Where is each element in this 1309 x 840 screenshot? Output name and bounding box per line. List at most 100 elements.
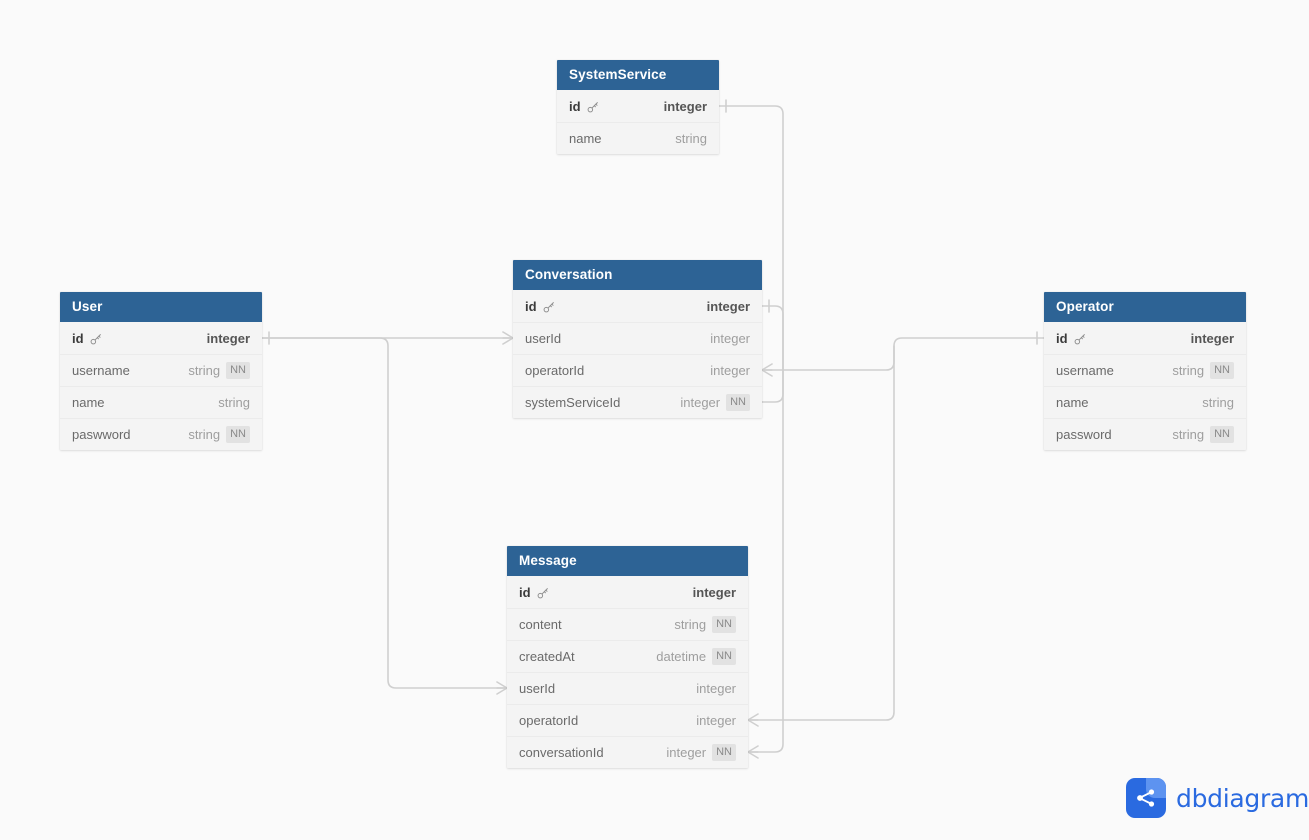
field-type-group: integer [664,99,707,114]
field-name: username [1056,362,1114,378]
field-type: string [1172,362,1205,378]
field-name-group: name [569,131,602,146]
dbdiagram-watermark[interactable]: dbdiagram.io [1126,778,1309,818]
field-name: name [1056,394,1089,410]
field-type-group: integer [207,331,250,346]
not-null-badge: NN [226,361,250,379]
field-type: string [1172,426,1205,442]
field-type: string [674,616,707,632]
table-body-operator: id integer username string NN name string passw… [1044,322,1246,450]
field-name-group: operatorId [525,363,584,378]
field-name-group: paswword [72,427,131,442]
not-null-badge: NN [712,615,736,633]
field-row[interactable]: id integer [557,90,719,122]
field-row[interactable]: operatorId integer [513,354,762,386]
field-row[interactable]: content string NN [507,608,748,640]
field-row[interactable]: paswword string NN [60,418,262,450]
field-name: id [1056,330,1068,346]
field-type-group: string NN [1172,361,1234,379]
field-name-group: username [72,363,130,378]
field-name: userId [519,680,556,696]
field-name: systemServiceId [525,394,621,410]
field-name: operatorId [525,362,585,378]
field-type: integer [1190,330,1234,346]
field-type-group: string NN [674,615,736,633]
field-name-group: id [519,585,549,600]
field-name-group: id [1056,331,1086,346]
table-header-user[interactable]: User [60,292,262,322]
edge-user-message [261,337,508,695]
field-row[interactable]: id integer [513,290,762,322]
field-type-group: string NN [188,361,250,379]
key-icon [536,587,549,600]
key-icon [586,101,599,114]
field-name-group: operatorId [519,713,578,728]
table-systemservice[interactable]: SystemService id integer name string [557,60,719,154]
field-type: integer [696,712,736,728]
field-type: integer [206,330,250,346]
field-type-group: integer [707,299,750,314]
field-row[interactable]: name string [557,122,719,154]
field-row[interactable]: operatorId integer [507,704,748,736]
field-name: id [525,298,537,314]
table-body-conversation: id integer userId integer operatorId integer s… [513,290,762,418]
field-row[interactable]: userId integer [507,672,748,704]
field-type-group: string NN [1172,425,1234,443]
field-row[interactable]: id integer [507,576,748,608]
field-row[interactable]: systemServiceId integer NN [513,386,762,418]
field-type: string [188,362,221,378]
field-row[interactable]: conversationId integer NN [507,736,748,768]
table-header-systemservice[interactable]: SystemService [557,60,719,90]
field-name-group: createdAt [519,649,575,664]
field-type: integer [680,394,721,410]
table-user[interactable]: User id integer username string NN name string p… [60,292,262,450]
field-row[interactable]: createdAt datetime NN [507,640,748,672]
field-name-group: content [519,617,562,632]
field-name-group: userId [525,331,561,346]
table-header-conversation[interactable]: Conversation [513,260,762,290]
field-name-group: id [72,331,102,346]
field-type-group: integer [710,331,750,346]
field-row[interactable]: id integer [60,322,262,354]
field-type-group: integer [1191,331,1234,346]
field-type-group: string [218,395,250,410]
field-type: integer [692,584,736,600]
key-icon [542,301,555,314]
edge-user-conversation [261,331,514,345]
field-row[interactable]: name string [60,386,262,418]
field-type-group: datetime NN [656,647,736,665]
field-name-group: id [525,299,555,314]
table-header-message[interactable]: Message [507,546,748,576]
field-name-group: password [1056,427,1112,442]
field-type-group: integer [710,363,750,378]
not-null-badge: NN [226,425,250,443]
field-type-group: integer [696,681,736,696]
field-type: integer [663,98,707,114]
table-message[interactable]: Message id integer content string NN createdAt… [507,546,748,768]
field-name-group: conversationId [519,745,604,760]
diagram-canvas[interactable]: SystemService id integer name string Conversa… [0,0,1309,840]
table-header-operator[interactable]: Operator [1044,292,1246,322]
table-conversation[interactable]: Conversation id integer userId integer operat… [513,260,762,418]
field-row[interactable]: username string NN [60,354,262,386]
field-type: integer [666,744,707,760]
table-operator[interactable]: Operator id integer username string NN name str… [1044,292,1246,450]
field-type: string [218,394,250,410]
not-null-badge: NN [712,743,736,761]
field-type-group: integer [696,713,736,728]
field-type: string [188,426,221,442]
field-row[interactable]: username string NN [1044,354,1246,386]
field-row[interactable]: password string NN [1044,418,1246,450]
field-name: content [519,616,562,632]
field-row[interactable]: name string [1044,386,1246,418]
watermark-label: dbdiagram.io [1176,783,1309,813]
edge-operator-message [747,345,895,727]
field-name: conversationId [519,744,604,760]
field-type-group: string NN [188,425,250,443]
field-row[interactable]: id integer [1044,322,1246,354]
field-row[interactable]: userId integer [513,322,762,354]
field-type-group: integer NN [666,743,736,761]
not-null-badge: NN [1210,361,1234,379]
not-null-badge: NN [726,393,750,411]
field-name: userId [525,330,562,346]
